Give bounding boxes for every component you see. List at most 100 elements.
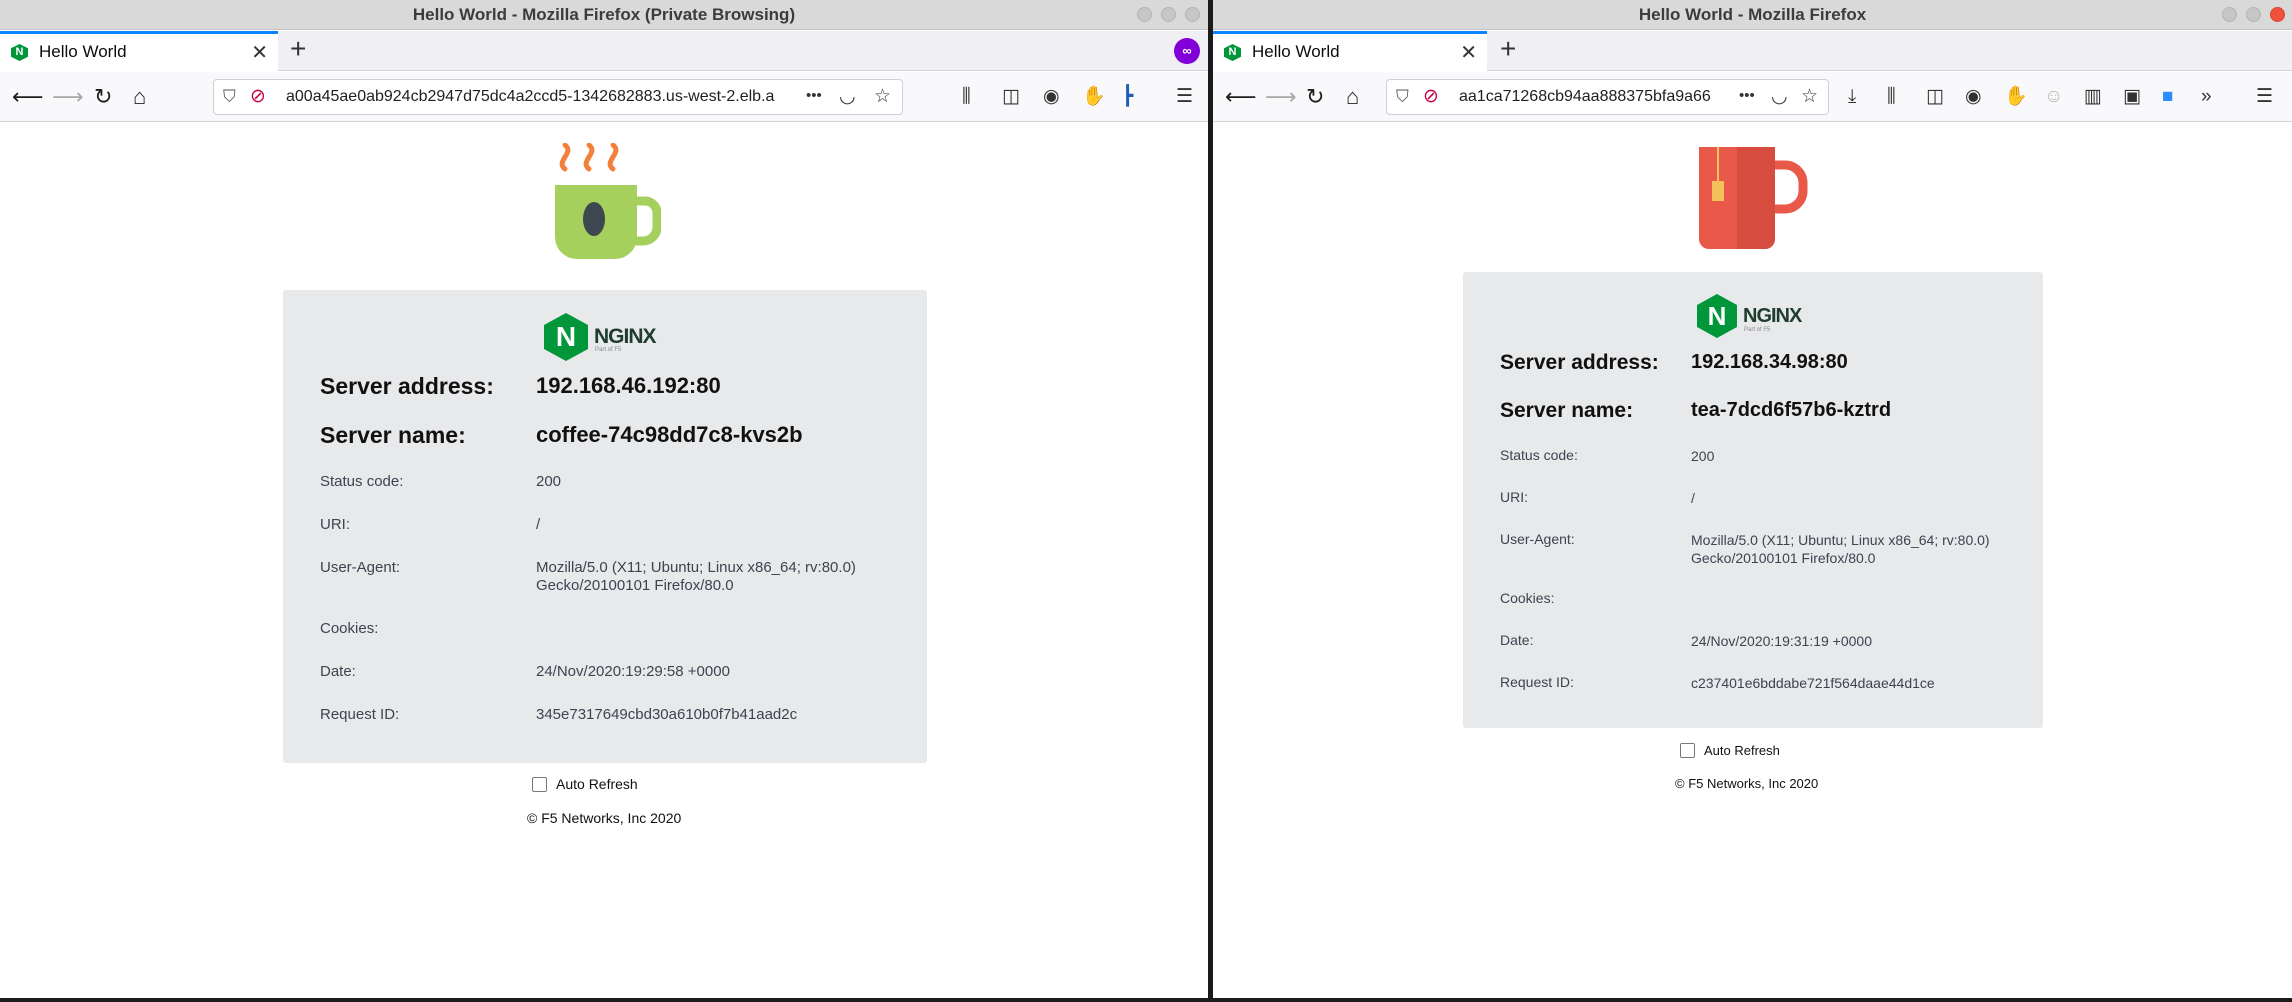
status-code-value: 200 <box>536 473 562 490</box>
browser-window-private: Hello World - Mozilla Firefox (Private B… <box>0 0 1208 998</box>
auto-refresh-checkbox[interactable] <box>1680 743 1695 758</box>
nginx-favicon-icon: N <box>1224 44 1241 61</box>
status-code-label: Status code: <box>320 473 404 490</box>
home-icon[interactable]: ⌂ <box>1346 84 1359 110</box>
copyright-text: © F5 Networks, Inc 2020 <box>1675 776 1819 791</box>
date-label: Date: <box>320 663 356 680</box>
request-id-value: 345e7317649cbd30a610b0f7b41aad2c <box>536 706 798 723</box>
gnome-extension-icon[interactable]: ✋ <box>2004 84 2028 110</box>
tab-hello-world[interactable]: N Hello World ✕ <box>1213 31 1487 71</box>
server-name-value: tea-7dcd6f57b6-kztrd <box>1691 399 1892 421</box>
tab-title: Hello World <box>39 42 127 61</box>
close-window-button[interactable] <box>2270 7 2285 22</box>
library-icon[interactable]: ⫼ <box>1887 84 1896 110</box>
bookmark-star-icon[interactable]: ☆ <box>1801 85 1818 108</box>
title-bar: Hello World - Mozilla Firefox <box>1213 0 2292 30</box>
tab-close-icon[interactable]: ✕ <box>251 40 268 65</box>
cookies-label: Cookies: <box>1500 590 1555 606</box>
title-bar: Hello World - Mozilla Firefox (Private B… <box>0 0 1208 30</box>
url-bar[interactable]: ⛉ ⊘ aa1ca71268cb94aa888375bfa9a66 ••• ◡ … <box>1386 79 1829 115</box>
back-arrow-icon[interactable]: ⟵ <box>12 84 44 110</box>
server-name-value: coffee-74c98dd7c8-kvs2b <box>536 422 803 447</box>
status-code-label: Status code: <box>1500 447 1578 463</box>
auto-refresh-label: Auto Refresh <box>556 776 638 792</box>
tab-strip: N Hello World ✕ + ∞ <box>0 31 1208 71</box>
screenshot-extension-icon[interactable]: ▣ <box>2123 84 2141 110</box>
pocket-icon[interactable]: ◡ <box>839 85 856 108</box>
minimize-button[interactable] <box>1137 7 1152 22</box>
url-bar[interactable]: ⛉ ⊘ a00a45ae0ab924cb2947d75dc4a2ccd5-134… <box>213 79 903 115</box>
pocket-icon[interactable]: ◡ <box>1771 85 1788 108</box>
tab-strip: N Hello World ✕ + <box>1213 31 2292 71</box>
zoom-extension-icon[interactable]: ■ <box>2162 84 2173 110</box>
navigation-toolbar: ⟵ ⟶ ↻ ⌂ ⛉ ⊘ a00a45ae0ab924cb2947d75dc4a2… <box>0 72 1208 122</box>
page-actions-icon[interactable]: ••• <box>1739 87 1755 104</box>
coffee-cup-icon <box>555 143 661 259</box>
minimize-button[interactable] <box>2222 7 2237 22</box>
back-arrow-icon[interactable]: ⟵ <box>1225 84 1257 110</box>
maximize-button[interactable] <box>1161 7 1176 22</box>
nginx-logo: N NGINX Part of F5 <box>1697 294 1802 338</box>
auto-refresh-control[interactable]: Auto Refresh <box>1680 743 1780 758</box>
server-name-label: Server name: <box>320 422 466 448</box>
nginx-logo: N NGINX Part of F5 <box>544 313 657 361</box>
new-tab-button[interactable]: + <box>1500 33 1516 65</box>
account-icon[interactable]: ◉ <box>1043 84 1060 110</box>
date-value: 24/Nov/2020:19:29:58 +0000 <box>536 663 730 680</box>
server-info-panel: N NGINX Part of F5 Server address: 192.16… <box>283 290 927 763</box>
hamburger-menu-icon[interactable]: ☰ <box>2256 84 2273 110</box>
sidebar-icon[interactable]: ◫ <box>1926 84 1944 110</box>
server-address-label: Server address: <box>320 373 494 399</box>
uri-value: / <box>536 516 541 533</box>
insecure-lock-icon[interactable]: ⊘ <box>250 85 266 108</box>
url-text[interactable]: aa1ca71268cb94aa888375bfa9a66 <box>1459 88 1734 106</box>
tab-close-icon[interactable]: ✕ <box>1460 40 1477 65</box>
gnome-extension-icon[interactable]: ✋ <box>1082 84 1106 110</box>
server-info-panel: N NGINX Part of F5 Server address: 192.16… <box>1463 272 2043 728</box>
forward-arrow-icon[interactable]: ⟶ <box>1265 84 1297 110</box>
extension-icon[interactable]: ┣ <box>1122 84 1133 110</box>
account-icon[interactable]: ◉ <box>1965 84 1982 110</box>
ghostery-icon[interactable]: ☺ <box>2044 84 2063 110</box>
date-value: 24/Nov/2020:19:31:19 +0000 <box>1691 633 1872 649</box>
forward-arrow-icon[interactable]: ⟶ <box>52 84 84 110</box>
tab-hello-world[interactable]: N Hello World ✕ <box>0 31 278 71</box>
request-id-value: c237401e6bddabe721f564daae44d1ce <box>1691 675 1935 691</box>
request-id-label: Request ID: <box>320 706 400 723</box>
overflow-chevron-icon[interactable]: » <box>2201 84 2212 110</box>
maximize-button[interactable] <box>2246 7 2261 22</box>
bookmark-star-icon[interactable]: ☆ <box>874 85 891 108</box>
new-tab-button[interactable]: + <box>290 33 306 65</box>
cookies-label: Cookies: <box>320 620 379 637</box>
copyright-text: © F5 Networks, Inc 2020 <box>527 810 682 826</box>
url-text[interactable]: a00a45ae0ab924cb2947d75dc4a2ccd5-1342682… <box>286 88 816 106</box>
tracking-shield-icon[interactable]: ⛉ <box>1396 87 1409 107</box>
user-agent-line-1: Mozilla/5.0 (X11; Ubuntu; Linux x86_64; … <box>1691 532 1990 548</box>
sidebar-icon[interactable]: ◫ <box>1002 84 1020 110</box>
navigation-toolbar: ⟵ ⟶ ↻ ⌂ ⛉ ⊘ aa1ca71268cb94aa888375bfa9a6… <box>1213 72 2292 122</box>
user-agent-label: User-Agent: <box>1500 531 1575 547</box>
user-agent-line-2: Gecko/20100101 Firefox/80.0 <box>1691 550 1876 566</box>
close-window-button[interactable] <box>1185 7 1200 22</box>
reload-icon[interactable]: ↻ <box>94 84 112 110</box>
hamburger-menu-icon[interactable]: ☰ <box>1176 84 1193 110</box>
auto-refresh-control[interactable]: Auto Refresh <box>532 776 638 792</box>
page-content: N NGINX Part of F5 Server address: 192.16… <box>0 123 1208 998</box>
server-address-label: Server address: <box>1500 351 1659 374</box>
reload-icon[interactable]: ↻ <box>1306 84 1324 110</box>
browser-window: Hello World - Mozilla Firefox N Hello Wo… <box>1213 0 2292 998</box>
private-browsing-mask-icon: ∞ <box>1174 38 1200 64</box>
downloads-icon[interactable]: ⤓ <box>1848 84 1856 110</box>
status-code-value: 200 <box>1691 448 1715 464</box>
request-id-label: Request ID: <box>1500 674 1574 690</box>
user-agent-line-1: Mozilla/5.0 (X11; Ubuntu; Linux x86_64; … <box>536 559 856 576</box>
extension-grid-icon[interactable]: ▥ <box>2084 84 2102 110</box>
library-icon[interactable]: ⫼ <box>962 84 971 110</box>
auto-refresh-checkbox[interactable] <box>532 776 547 792</box>
page-actions-icon[interactable]: ••• <box>806 87 822 104</box>
insecure-lock-icon[interactable]: ⊘ <box>1423 85 1439 108</box>
tracking-shield-icon[interactable]: ⛉ <box>223 87 236 107</box>
tea-mug-icon <box>1699 147 1808 249</box>
nginx-favicon-icon: N <box>11 44 28 61</box>
home-icon[interactable]: ⌂ <box>133 84 146 110</box>
